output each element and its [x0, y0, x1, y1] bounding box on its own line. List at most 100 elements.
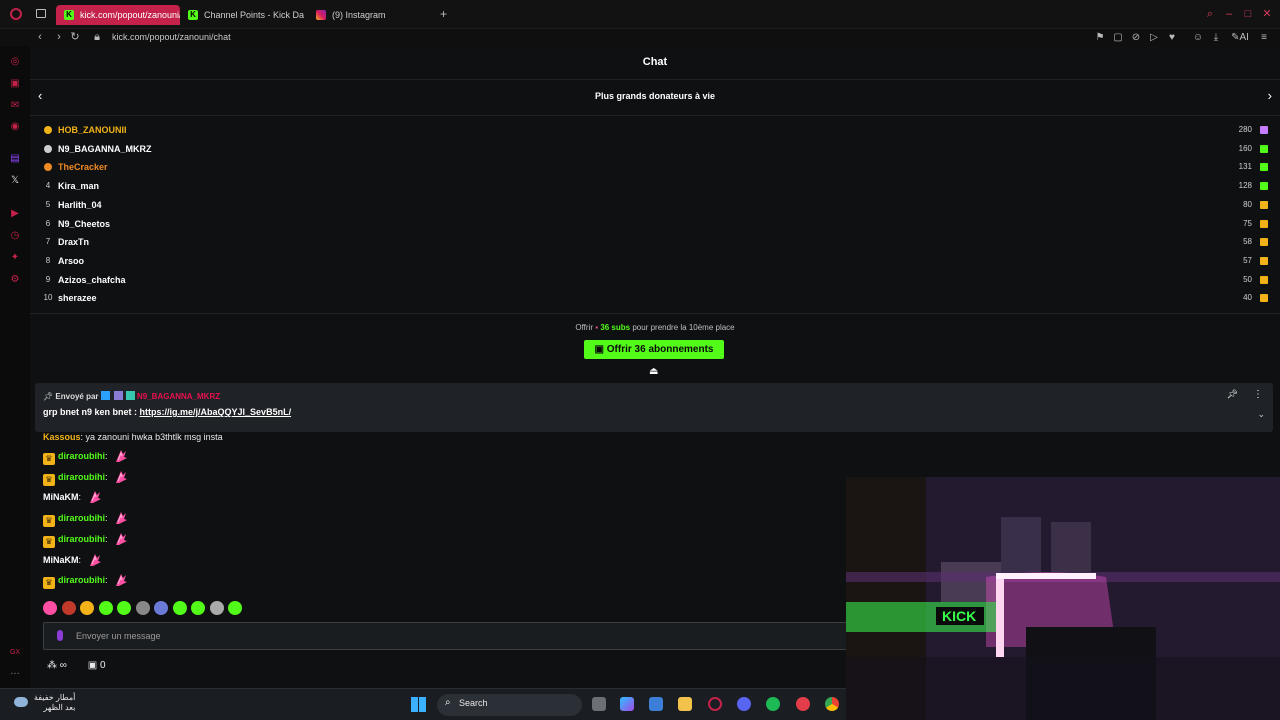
donor-name[interactable]: HOB_ZANOUNII: [58, 121, 127, 139]
taskbar-search[interactable]: ⌕ Search: [437, 694, 582, 716]
kick-favicon-icon: K: [188, 10, 198, 20]
collapse-icon[interactable]: ⏏: [649, 366, 658, 377]
chat-username[interactable]: diraroubihi: [58, 534, 105, 544]
tab-channel-points[interactable]: K Channel Points - Kick Das: [180, 5, 304, 25]
emote-pink-icon[interactable]: [43, 601, 57, 615]
player-icon[interactable]: ▷: [1148, 29, 1160, 46]
weather-widget[interactable]: أمطار خفيفة بعد الظهر: [34, 693, 75, 713]
opera-gx-icon[interactable]: [708, 697, 722, 711]
emote-person-icon[interactable]: [154, 601, 168, 615]
adblock-icon[interactable]: ⊘: [1130, 29, 1142, 46]
history-icon[interactable]: ◷: [9, 230, 21, 242]
emote-box-icon[interactable]: [61, 601, 76, 615]
whatsapp-icon[interactable]: ◉: [9, 121, 21, 133]
twitch-icon[interactable]: ▤: [9, 153, 21, 165]
tab-kick-chat[interactable]: K kick.com/popout/zanouni/: [56, 5, 180, 25]
task-view-icon[interactable]: [592, 697, 606, 711]
chat-username[interactable]: MiNaKM: [43, 555, 79, 565]
chat-username[interactable]: MiNaKM: [43, 492, 79, 502]
donor-name[interactable]: TheCracker: [58, 158, 108, 176]
chat-username[interactable]: diraroubihi: [58, 451, 105, 461]
settings-icon[interactable]: ⚙: [9, 274, 21, 286]
chat-username[interactable]: diraroubihi: [58, 575, 105, 585]
more-icon[interactable]: …: [9, 666, 21, 678]
donor-name[interactable]: N9_BAGANNA_MKRZ: [58, 140, 152, 158]
more-options-icon[interactable]: ⋮: [1253, 389, 1263, 400]
back-button[interactable]: ‹: [33, 29, 47, 46]
emote-green3-icon[interactable]: [228, 601, 242, 615]
chat-username[interactable]: Kassous: [43, 432, 81, 442]
leaderboard-row: HOB_ZANOUNII 280: [43, 121, 1268, 139]
emote-kick2-icon[interactable]: [117, 601, 131, 615]
unpin-icon[interactable]: 📌︎: [1227, 389, 1238, 400]
emote-kick-icon[interactable]: [98, 601, 113, 615]
url-field[interactable]: kick.com/popout/zanouni/chat: [112, 29, 231, 46]
aria-icon[interactable]: ◎: [9, 56, 21, 68]
divider: [30, 79, 1280, 80]
crown-badge-icon: ♛: [43, 577, 55, 590]
donor-name[interactable]: Arsoo: [58, 252, 84, 270]
tab-instagram[interactable]: (9) Instagram: [308, 5, 432, 25]
emote-picker-icon[interactable]: [57, 630, 63, 641]
spotify-icon[interactable]: [766, 697, 780, 711]
gx-icon[interactable]: GX: [9, 647, 21, 659]
message-input-box[interactable]: [43, 622, 848, 650]
pinned-header: 📌︎ Envoyé par N9_BAGANNA_MKRZ: [43, 391, 220, 401]
extensions-icon[interactable]: ✦: [9, 252, 21, 264]
taskbar: أمطار خفيفة بعد الظهر ⌕ Search: [0, 688, 846, 720]
search-tabs-icon[interactable]: ⌕: [1204, 8, 1216, 20]
emote-skull-icon[interactable]: [209, 601, 224, 615]
reload-icon[interactable]: ↻: [68, 29, 82, 46]
store-icon[interactable]: [649, 697, 663, 711]
bag-icon[interactable]: ▣: [9, 78, 21, 90]
donor-name[interactable]: Kira_man: [58, 177, 99, 195]
discord-icon[interactable]: [737, 697, 751, 711]
forward-button[interactable]: ›: [52, 29, 66, 46]
x-icon[interactable]: 𝕏: [9, 175, 21, 187]
donor-name[interactable]: sherazee: [58, 289, 97, 307]
messenger-icon[interactable]: ✉: [9, 100, 21, 112]
download-icon[interactable]: ⤓: [1210, 29, 1222, 46]
emote-green-icon[interactable]: [172, 601, 187, 615]
copilot-icon[interactable]: [620, 697, 634, 711]
donor-name[interactable]: N9_Cheetos: [58, 215, 110, 233]
close-window-button[interactable]: ✕: [1261, 8, 1273, 20]
menu-icon[interactable]: ≡: [1258, 29, 1270, 46]
emote-green2-icon[interactable]: [191, 601, 205, 615]
tab-overview-icon[interactable]: [36, 9, 46, 18]
search-icon: ⌕: [445, 697, 451, 708]
points-icon[interactable]: ⁂ ∞: [47, 660, 67, 671]
player-sidebar-icon[interactable]: ▶: [9, 208, 21, 220]
next-leaderboard-button[interactable]: ›: [1268, 89, 1272, 103]
pinned-link[interactable]: https://ig.me/j/AbaQQYJl_SevB5nL/: [140, 407, 292, 417]
weather-icon[interactable]: [14, 697, 28, 707]
opera-logo-icon[interactable]: [10, 8, 22, 20]
file-explorer-icon[interactable]: [678, 697, 692, 711]
maximize-button[interactable]: □: [1242, 8, 1254, 20]
chevron-down-icon[interactable]: ⌄: [1257, 409, 1265, 420]
minimize-button[interactable]: –: [1223, 8, 1235, 20]
gift-counter-icon[interactable]: ▣: [88, 660, 97, 671]
emote-grey-icon[interactable]: [135, 601, 150, 615]
message-input[interactable]: [76, 628, 776, 644]
new-tab-button[interactable]: +: [440, 7, 447, 21]
snapshot-icon[interactable]: ▢: [1112, 29, 1124, 46]
separator: :: [78, 554, 84, 565]
chat-username[interactable]: diraroubihi: [58, 513, 105, 523]
chrome-icon[interactable]: [825, 697, 839, 711]
profile-icon[interactable]: ☺: [1192, 29, 1204, 46]
gift-icon: ▪: [595, 323, 599, 332]
emote-face-icon[interactable]: [80, 601, 94, 615]
pinned-sender[interactable]: N9_BAGANNA_MKRZ: [137, 392, 220, 401]
donor-name[interactable]: Azizos_chafcha: [58, 271, 126, 289]
app-icon[interactable]: [796, 697, 810, 711]
heart-icon[interactable]: ♥: [1166, 29, 1178, 46]
offer-subscriptions-button[interactable]: ▣ Offrir 36 abonnements: [584, 340, 724, 359]
donor-name[interactable]: DraxTn: [58, 233, 89, 251]
chat-username[interactable]: diraroubihi: [58, 472, 105, 482]
bookmark-icon[interactable]: ⚑: [1094, 29, 1106, 46]
ai-button[interactable]: ✎AI: [1230, 29, 1250, 46]
windows-start-icon[interactable]: [411, 697, 426, 712]
leaderboard-row: 5 Harlith_04 80: [43, 196, 1268, 214]
donor-name[interactable]: Harlith_04: [58, 196, 102, 214]
